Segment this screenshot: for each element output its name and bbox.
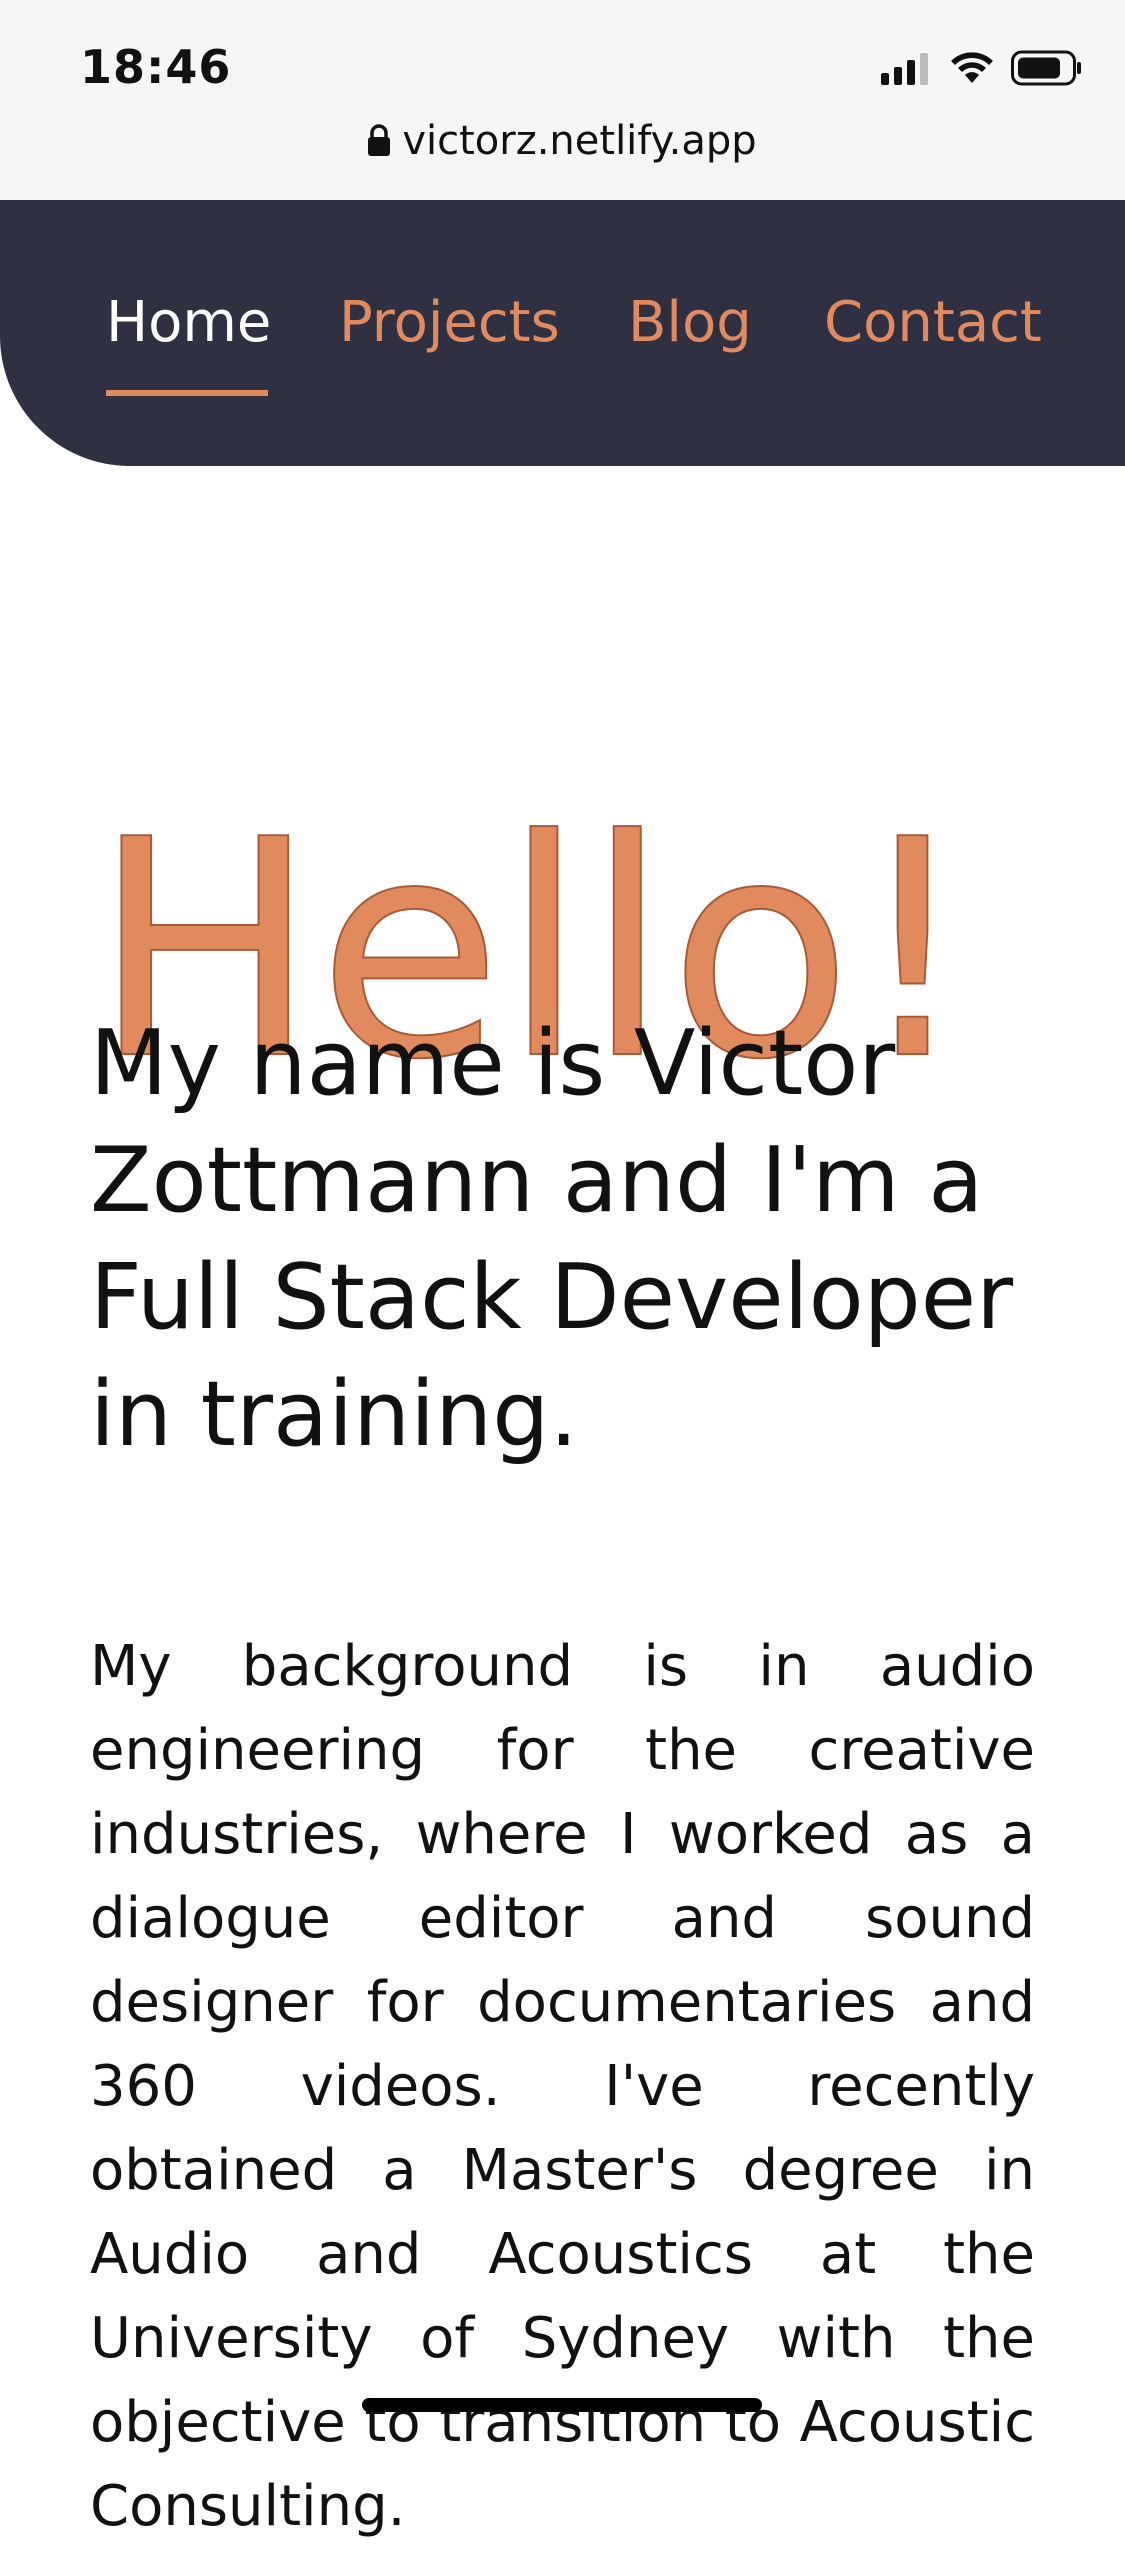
battery-icon <box>1011 50 1083 90</box>
home-indicator[interactable] <box>362 2398 762 2412</box>
address-bar[interactable]: victorz.netlify.app <box>0 118 1125 166</box>
nav-active-underline <box>106 390 268 396</box>
nav-projects-link[interactable]: Projects <box>339 290 560 355</box>
lock-icon <box>368 120 391 166</box>
hero-intro: My name is Victor Zottmann and I'm a Ful… <box>90 1011 1014 1467</box>
nav-blog-link[interactable]: Blog <box>628 290 752 355</box>
status-time: 18:46 <box>80 40 232 94</box>
signal-icon <box>881 51 933 89</box>
status-bar: 18:46 victorz.netlify.app <box>0 0 1125 200</box>
url-text: victorz.netlify.app <box>402 118 757 164</box>
system-icons <box>881 50 1083 90</box>
nav-contact-link[interactable]: Contact <box>824 290 1042 355</box>
nav-home-link[interactable]: Home <box>106 290 271 355</box>
wifi-icon <box>949 51 995 89</box>
